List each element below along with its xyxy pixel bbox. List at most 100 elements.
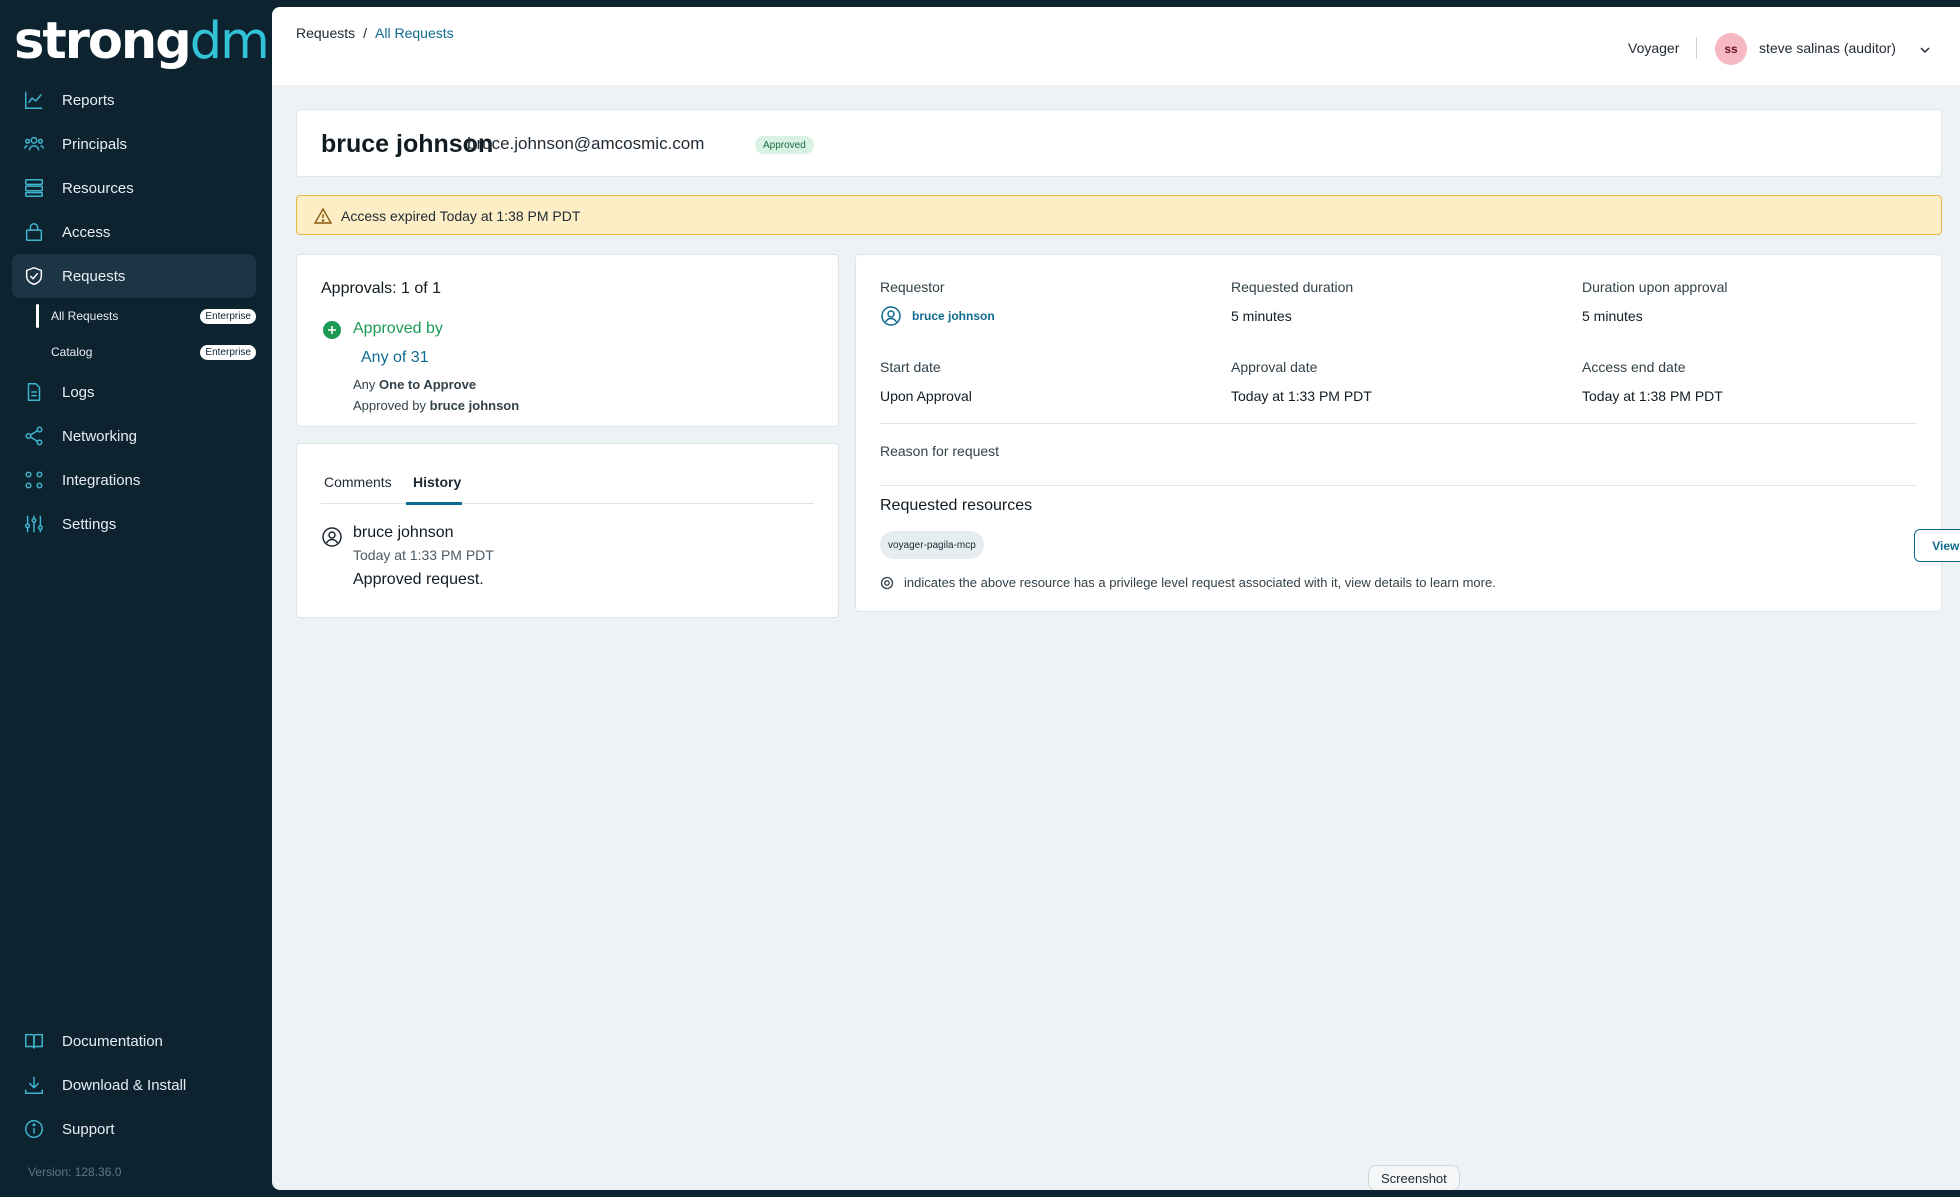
tab-history[interactable]: History xyxy=(413,474,461,490)
access-end-date-label: Access end date xyxy=(1582,359,1686,375)
sidebar-item-label: Networking xyxy=(62,427,138,445)
users-icon xyxy=(22,132,46,156)
privilege-note: indicates the above resource has a privi… xyxy=(880,575,1496,590)
sidebar-item-label: Resources xyxy=(62,179,134,197)
check-circle-icon xyxy=(323,321,341,339)
sidebar-item-networking[interactable]: Networking xyxy=(12,414,256,458)
approvals-title: Approvals: 1 of 1 xyxy=(321,280,442,297)
requested-duration-value: 5 minutes xyxy=(1231,308,1292,324)
org-name: Voyager xyxy=(1628,40,1680,56)
chevron-down-icon[interactable] xyxy=(1918,43,1932,57)
requestor-email: bruce.johnson@amcosmic.com xyxy=(467,134,705,153)
sidebar-subitem-label: All Requests xyxy=(51,309,119,323)
strongdm-logo[interactable]: strongdm xyxy=(14,12,270,71)
divider xyxy=(880,485,1917,486)
approval-rule-prefix: Any xyxy=(353,377,376,392)
access-expired-alert: Access expired Today at 1:38 PM PDT xyxy=(296,195,1942,235)
requestor-label: Requestor xyxy=(880,279,945,295)
sidebar-item-support[interactable]: Support xyxy=(12,1107,256,1151)
sidebar-item-reports[interactable]: Reports xyxy=(12,78,256,122)
sidebar-item-label: Settings xyxy=(62,515,117,533)
main-content: Requests / All Requests Voyager ss steve s… xyxy=(272,7,1960,1190)
approval-rule: Any One to Approve xyxy=(353,377,476,392)
sidebar-item-documentation[interactable]: Documentation xyxy=(12,1019,256,1063)
requestor-link[interactable]: bruce johnson xyxy=(880,305,995,327)
sidebar-item-access[interactable]: Access xyxy=(12,210,256,254)
approved-by-label: Approved by xyxy=(353,320,443,337)
logo-text-strong: strong xyxy=(14,12,192,71)
activity-card: Comments History bruce johnson Today at … xyxy=(296,443,839,618)
top-bar: Requests / All Requests Voyager ss steve s… xyxy=(272,7,1960,85)
sidebar-item-label: Principals xyxy=(62,135,128,153)
resource-chip[interactable]: voyager-pagila-mcp xyxy=(880,531,984,559)
user-menu-name[interactable]: steve salinas (auditor) xyxy=(1759,40,1896,56)
download-icon xyxy=(22,1073,46,1097)
sidebar-item-label: Reports xyxy=(62,91,115,109)
logo-text-dm: dm xyxy=(189,12,270,71)
sidebar-subitem-catalog[interactable]: Catalog Enterprise xyxy=(36,338,256,366)
divider xyxy=(880,423,1917,424)
sidebar-item-logs[interactable]: Logs xyxy=(12,370,256,414)
approver-group-link[interactable]: Any of 31 xyxy=(361,349,429,367)
shield-check-icon xyxy=(22,264,46,288)
user-circle-icon xyxy=(881,306,901,326)
duration-upon-approval-value: 5 minutes xyxy=(1582,308,1643,324)
start-date-label: Start date xyxy=(880,359,941,375)
sidebar-item-settings[interactable]: Settings xyxy=(12,502,256,546)
breadcrumb-requests-link[interactable]: Requests xyxy=(296,25,355,41)
privilege-note-text: indicates the above resource has a privi… xyxy=(904,575,1496,590)
sidebar-item-requests[interactable]: Requests xyxy=(12,254,256,298)
approver-prefix: Approved by xyxy=(353,398,426,413)
history-entry-text: Approved request. xyxy=(353,571,484,588)
duration-upon-approval-label: Duration upon approval xyxy=(1582,279,1728,295)
sidebar-item-integrations[interactable]: Integrations xyxy=(12,458,256,502)
approval-date-label: Approval date xyxy=(1231,359,1318,375)
approver-name: bruce johnson xyxy=(429,398,520,413)
approval-date-value: Today at 1:33 PM PDT xyxy=(1231,388,1372,404)
info-icon xyxy=(22,1117,46,1141)
sidebar-subitem-all-requests[interactable]: All Requests Enterprise xyxy=(36,302,256,330)
status-badge: Approved xyxy=(755,136,814,154)
version-label: Version: 128.36.0 xyxy=(28,1165,122,1179)
request-details-card: Requestor bruce johnson Requested durati… xyxy=(855,254,1960,612)
sidebar-subitem-label: Catalog xyxy=(51,345,93,359)
request-header: bruce johnson bruce.johnson@amcosmic.com… xyxy=(296,109,1942,177)
tab-comments[interactable]: Comments xyxy=(324,474,392,490)
sidebar-item-download-install[interactable]: Download & Install xyxy=(12,1063,256,1107)
approval-rule-type: One to Approve xyxy=(379,377,477,392)
requestor-link-label: bruce johnson xyxy=(912,309,995,323)
reason-label: Reason for request xyxy=(880,443,1000,459)
avatar[interactable]: ss xyxy=(1715,33,1747,65)
warning-icon xyxy=(313,207,333,224)
at-sign-icon xyxy=(880,576,894,589)
sidebar-item-label: Access xyxy=(62,223,111,241)
sidebar-item-label: Logs xyxy=(62,383,95,401)
start-date-value: Upon Approval xyxy=(880,388,972,404)
access-end-date-value: Today at 1:38 PM PDT xyxy=(1582,388,1723,404)
divider xyxy=(1696,37,1697,59)
screenshot-tooltip: Screenshot xyxy=(1368,1165,1460,1190)
document-icon xyxy=(22,380,46,404)
enterprise-badge: Enterprise xyxy=(200,344,256,360)
sidebar-item-label: Integrations xyxy=(62,471,141,489)
active-tab-indicator xyxy=(406,502,462,505)
chart-line-icon xyxy=(22,88,46,112)
sidebar-item-principals[interactable]: Principals xyxy=(12,122,256,166)
activity-tabs: Comments History xyxy=(321,460,814,505)
approver-info: Approved by bruce johnson xyxy=(353,398,519,413)
breadcrumb-all-requests[interactable]: All Requests xyxy=(375,25,454,41)
approvals-card: Approvals: 1 of 1 Approved by Any of 31 … xyxy=(296,254,839,427)
sidebar: strongdm Reports Principals Resources Ac… xyxy=(0,0,272,1197)
sliders-icon xyxy=(22,512,46,536)
sidebar-item-label: Download & Install xyxy=(62,1076,187,1094)
grid-nodes-icon xyxy=(22,468,46,492)
sidebar-item-resources[interactable]: Resources xyxy=(12,166,256,210)
sidebar-item-label: Requests xyxy=(62,267,126,285)
requested-duration-label: Requested duration xyxy=(1231,279,1354,295)
user-circle-icon xyxy=(322,527,342,547)
view-details-button[interactable]: View details xyxy=(1914,529,1960,562)
breadcrumb: Requests / All Requests xyxy=(296,25,454,41)
history-entry-name: bruce johnson xyxy=(353,524,454,541)
breadcrumb-separator: / xyxy=(363,25,368,41)
share-nodes-icon xyxy=(22,424,46,448)
